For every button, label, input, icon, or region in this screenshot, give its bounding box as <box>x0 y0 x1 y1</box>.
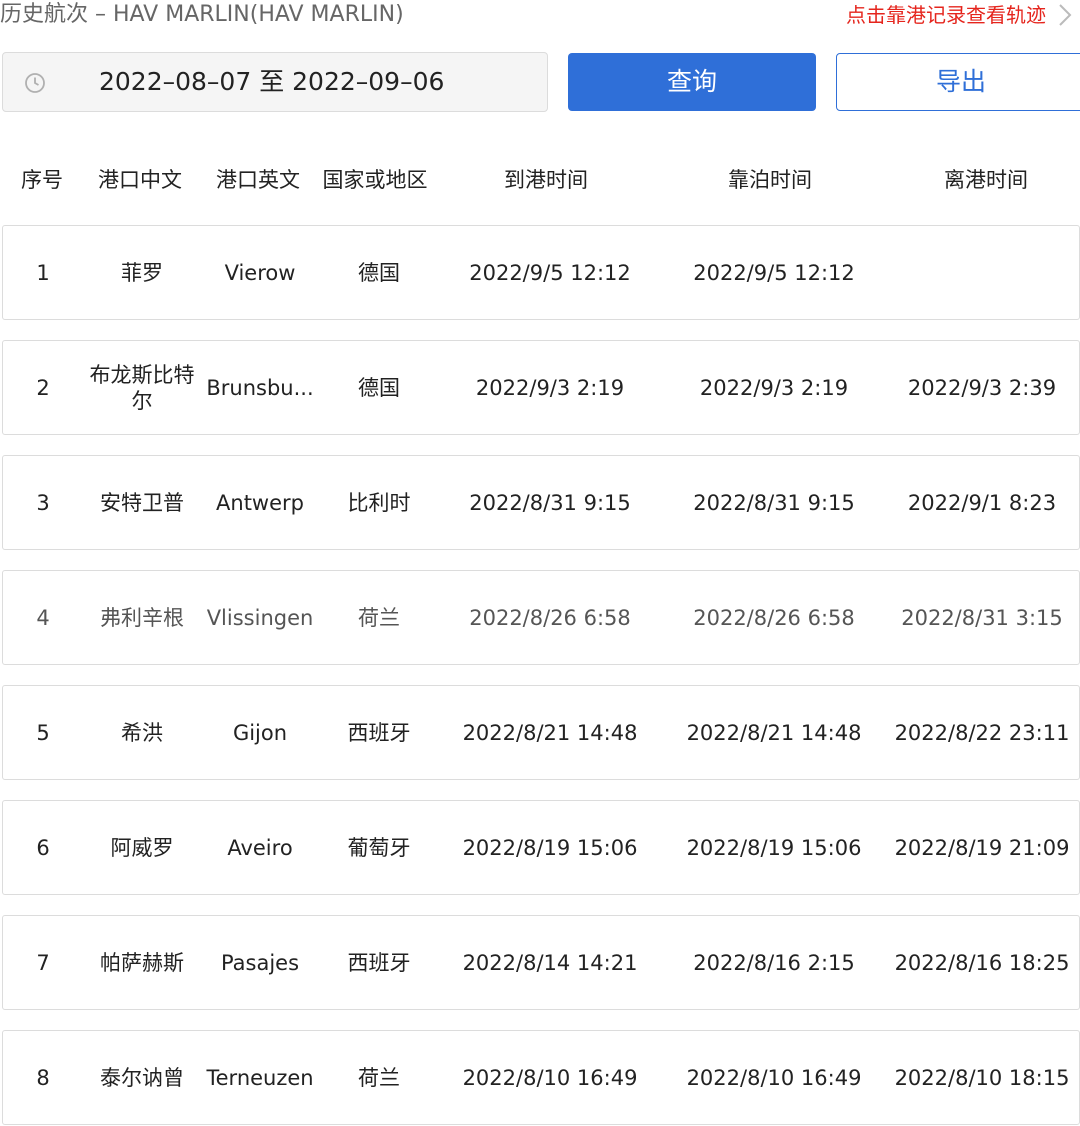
table-header: 序号 港口中文 港口英文 国家或地区 到港时间 靠泊时间 离港时间 <box>0 160 1080 200</box>
cell-port-en: Vlissingen <box>206 605 314 630</box>
chevron-right-icon[interactable] <box>1052 2 1078 28</box>
cell-arrival: 2022/9/5 12:12 <box>469 260 631 285</box>
cell-port-en: Aveiro <box>227 835 293 860</box>
cell-port-cn: 菲罗 <box>121 260 163 285</box>
table-row[interactable]: 4 弗利辛根 Vlissingen 荷兰 2022/8/26 6:58 2022/8/26… <box>2 570 1080 665</box>
cell-no: 6 <box>36 835 50 860</box>
table-row[interactable]: 6 阿威罗 Aveiro 葡萄牙 2022/8/19 15:06 2022/8/19 15… <box>2 800 1080 895</box>
cell-port-cn: 帕萨赫斯 <box>100 950 184 975</box>
cell-arrival: 2022/8/19 15:06 <box>462 835 638 860</box>
table-row[interactable]: 7 帕萨赫斯 Pasajes 西班牙 2022/8/14 14:21 2022/8/16 … <box>2 915 1080 1010</box>
cell-departure: 2022/8/10 18:15 <box>894 1065 1070 1090</box>
table-row[interactable]: 8 泰尔讷曾 Terneuzen 荷兰 2022/8/10 16:49 2022/8/10… <box>2 1030 1080 1125</box>
cell-berth: 2022/9/3 2:19 <box>699 375 849 400</box>
cell-country: 荷兰 <box>358 1065 400 1090</box>
table-row[interactable]: 3 安特卫普 Antwerp 比利时 2022/8/31 9:15 2022/8/31 9… <box>2 455 1080 550</box>
cell-port-en: Vierow <box>224 260 296 285</box>
toolbar: 2022–08–07 至 2022–09–06 查询 导出 <box>0 52 1080 112</box>
cell-no: 2 <box>36 375 50 400</box>
cell-country: 荷兰 <box>358 605 400 630</box>
cell-berth: 2022/8/31 9:15 <box>693 490 855 515</box>
voyage-history-page: 历史航次 – HAV MARLIN(HAV MARLIN) 点击靠港记录查看轨迹… <box>0 0 1080 1126</box>
date-range-value: 2022–08–07 至 2022–09–06 <box>99 67 445 96</box>
cell-port-cn: 阿威罗 <box>110 835 174 860</box>
cell-arrival: 2022/8/31 9:15 <box>469 490 631 515</box>
cell-departure: 2022/9/1 8:23 <box>907 490 1057 515</box>
cell-country: 比利时 <box>347 490 411 515</box>
cell-no: 1 <box>36 260 50 285</box>
cell-no: 5 <box>36 720 50 745</box>
cell-berth: 2022/9/5 12:12 <box>693 260 855 285</box>
cell-arrival: 2022/8/14 14:21 <box>462 950 638 975</box>
cell-country: 德国 <box>358 260 400 285</box>
cell-departure: 2022/8/19 21:09 <box>894 835 1070 860</box>
query-button[interactable]: 查询 <box>568 53 816 111</box>
cell-port-cn: 泰尔讷曾 <box>100 1065 184 1090</box>
cell-berth: 2022/8/16 2:15 <box>693 950 855 975</box>
date-range-picker[interactable]: 2022–08–07 至 2022–09–06 <box>2 52 548 112</box>
cell-arrival: 2022/8/10 16:49 <box>462 1065 638 1090</box>
column-header-port-cn: 港口中文 <box>98 168 182 192</box>
column-header-no: 序号 <box>21 168 63 192</box>
cell-port-en: Antwerp <box>216 490 304 515</box>
table-row[interactable]: 5 希洪 Gijon 西班牙 2022/8/21 14:48 2022/8/21 14:4… <box>2 685 1080 780</box>
cell-port-cn: 希洪 <box>121 720 163 745</box>
column-header-country: 国家或地区 <box>322 168 428 192</box>
cell-port-en: Gijon <box>232 720 288 745</box>
cell-no: 4 <box>36 605 50 630</box>
cell-departure: 2022/9/3 2:39 <box>907 375 1057 400</box>
page-title: 历史航次 – HAV MARLIN(HAV MARLIN) <box>0 2 404 27</box>
view-track-link[interactable]: 点击靠港记录查看轨迹 <box>846 0 1046 30</box>
cell-port-en: Terneuzen <box>206 1065 314 1090</box>
cell-country: 西班牙 <box>347 950 411 975</box>
cell-departure: 2022/8/31 3:15 <box>901 605 1063 630</box>
cell-departure: 2022/8/22 23:11 <box>894 720 1070 745</box>
cell-arrival: 2022/8/21 14:48 <box>462 720 638 745</box>
page-header: 历史航次 – HAV MARLIN(HAV MARLIN) 点击靠港记录查看轨迹 <box>0 0 1080 34</box>
cell-port-en: Pasajes <box>220 950 300 975</box>
export-button[interactable]: 导出 <box>836 53 1080 111</box>
cell-berth: 2022/8/10 16:49 <box>686 1065 862 1090</box>
cell-arrival: 2022/8/26 6:58 <box>469 605 631 630</box>
cell-no: 3 <box>36 490 50 515</box>
cell-no: 7 <box>36 950 50 975</box>
column-header-port-en: 港口英文 <box>216 168 300 192</box>
cell-no: 8 <box>36 1065 50 1090</box>
column-header-arrival: 到港时间 <box>504 168 588 192</box>
column-header-berth: 靠泊时间 <box>728 168 812 192</box>
column-header-departure: 离港时间 <box>944 168 1028 192</box>
cell-country: 德国 <box>358 375 400 400</box>
cell-berth: 2022/8/26 6:58 <box>693 605 855 630</box>
cell-port-cn: 布龙斯比特尔 <box>89 362 195 413</box>
cell-country: 西班牙 <box>347 720 411 745</box>
cell-departure: 2022/8/16 18:25 <box>894 950 1070 975</box>
table-row[interactable]: 2 布龙斯比特尔 Brunsbu... 德国 2022/9/3 2:19 2022/9/3… <box>2 340 1080 435</box>
cell-port-en: Brunsbu... <box>206 375 314 400</box>
cell-port-cn: 安特卫普 <box>100 490 184 515</box>
clock-icon <box>25 73 45 93</box>
cell-country: 葡萄牙 <box>347 835 411 860</box>
cell-berth: 2022/8/19 15:06 <box>686 835 862 860</box>
cell-arrival: 2022/9/3 2:19 <box>475 375 625 400</box>
table-row[interactable]: 1 菲罗 Vierow 德国 2022/9/5 12:12 2022/9/5 12:12 <box>2 225 1080 320</box>
cell-berth: 2022/8/21 14:48 <box>686 720 862 745</box>
cell-port-cn: 弗利辛根 <box>100 605 184 630</box>
